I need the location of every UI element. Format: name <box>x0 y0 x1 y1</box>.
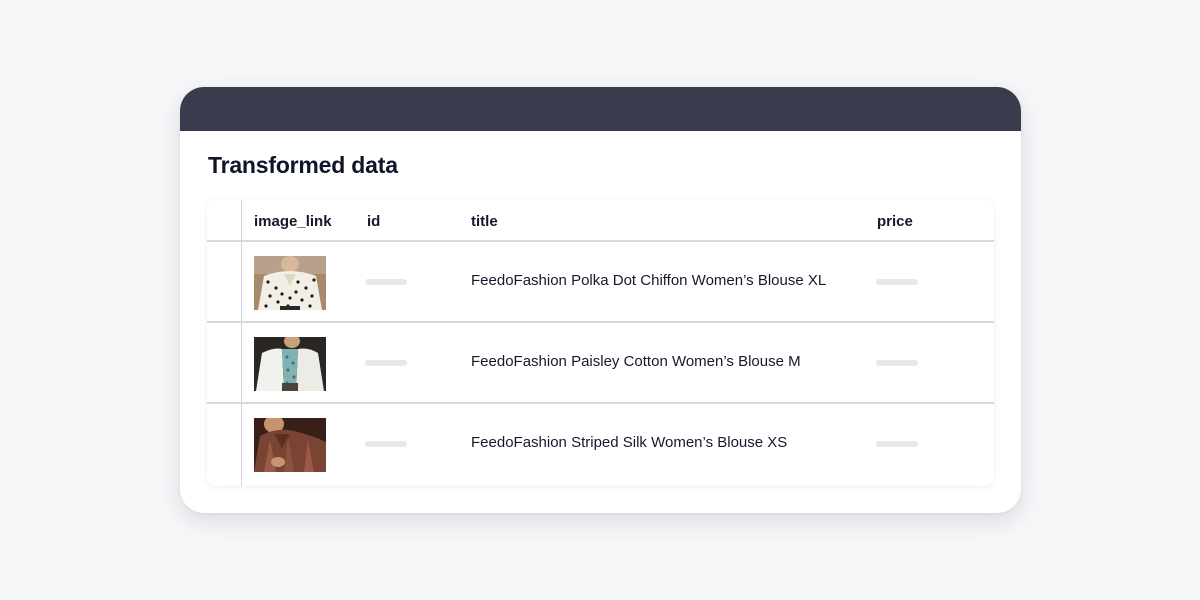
product-thumbnail-paisley-blouse <box>254 337 326 391</box>
product-thumbnail-striped-silk-blouse <box>254 418 326 472</box>
page-title: Transformed data <box>208 152 398 178</box>
table-header-row: image_link id title price <box>207 200 994 242</box>
app-window: Transformed data image_link id title pri… <box>180 87 1021 513</box>
column-header-title[interactable]: title <box>471 213 498 230</box>
column-header-image-link[interactable]: image_link <box>254 213 332 230</box>
table-row[interactable]: FeedoFashion Striped Silk Women’s Blouse… <box>207 404 994 485</box>
id-placeholder <box>365 441 407 447</box>
column-header-id[interactable]: id <box>367 213 380 230</box>
polka-dot-blouse-image <box>254 256 326 310</box>
data-table: image_link id title price FeedoFashion P… <box>207 200 994 486</box>
price-placeholder <box>876 360 918 366</box>
id-placeholder <box>365 279 407 285</box>
product-title: FeedoFashion Polka Dot Chiffon Women’s B… <box>471 272 827 289</box>
column-header-price[interactable]: price <box>877 213 913 230</box>
product-title: FeedoFashion Striped Silk Women’s Blouse… <box>471 434 788 451</box>
id-placeholder <box>365 360 407 366</box>
table-row[interactable]: FeedoFashion Polka Dot Chiffon Women’s B… <box>207 242 994 323</box>
price-placeholder <box>876 279 918 285</box>
paisley-blouse-image <box>254 337 326 391</box>
window-titlebar <box>180 87 1021 131</box>
table-row[interactable]: FeedoFashion Paisley Cotton Women’s Blou… <box>207 323 994 404</box>
product-thumbnail-polka-dot-blouse <box>254 256 326 310</box>
price-placeholder <box>876 441 918 447</box>
product-title: FeedoFashion Paisley Cotton Women’s Blou… <box>471 353 801 370</box>
striped-silk-blouse-image <box>254 418 326 472</box>
